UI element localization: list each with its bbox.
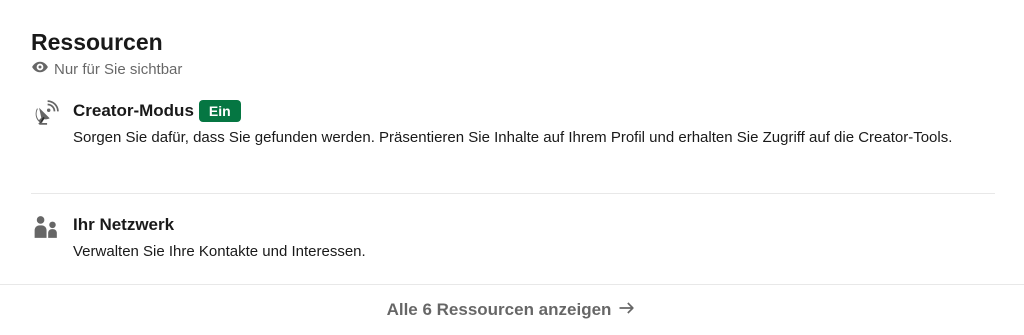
eye-icon	[31, 58, 54, 82]
resource-item-my-network[interactable]: Ihr Netzwerk Verwalten Sie Ihre Kontakte…	[31, 212, 995, 264]
resource-item-description: Verwalten Sie Ihre Kontakte und Interess…	[73, 243, 366, 260]
resource-item-body: Ihr Netzwerk Verwalten Sie Ihre Kontakte…	[73, 212, 995, 264]
show-all-resources-link[interactable]: Alle 6 Ressourcen anzeigen	[387, 298, 638, 323]
resource-item-creator-mode[interactable]: Creator-Modus Ein Sorgen Sie dafür, dass…	[31, 98, 995, 150]
visibility-label: Nur für Sie sichtbar	[54, 61, 183, 78]
resource-item-title-row: Ihr Netzwerk	[73, 212, 995, 238]
section-title: Ressourcen	[31, 29, 163, 55]
resource-item-title-row: Creator-Modus Ein	[73, 98, 995, 124]
resource-item-title: Creator-Modus	[73, 101, 194, 120]
resource-item-title: Ihr Netzwerk	[73, 215, 175, 234]
people-icon	[31, 212, 61, 242]
visibility-note: Nur für Sie sichtbar	[31, 58, 182, 82]
item-divider	[31, 193, 995, 194]
resource-item-body: Creator-Modus Ein Sorgen Sie dafür, dass…	[73, 98, 995, 150]
status-badge: Ein	[198, 100, 241, 122]
satellite-dish-icon	[31, 98, 61, 128]
resource-item-description: Sorgen Sie dafür, dass Sie gefunden werd…	[73, 129, 953, 146]
resources-card: Ressourcen Nur für Sie sichtbar Creator-…	[0, 0, 1024, 335]
arrow-right-icon	[611, 298, 637, 323]
card-footer: Alle 6 Ressourcen anzeigen	[0, 284, 1024, 335]
resources-header: Ressourcen Nur für Sie sichtbar	[31, 28, 182, 82]
show-all-label: Alle 6 Ressourcen anzeigen	[386, 300, 612, 319]
